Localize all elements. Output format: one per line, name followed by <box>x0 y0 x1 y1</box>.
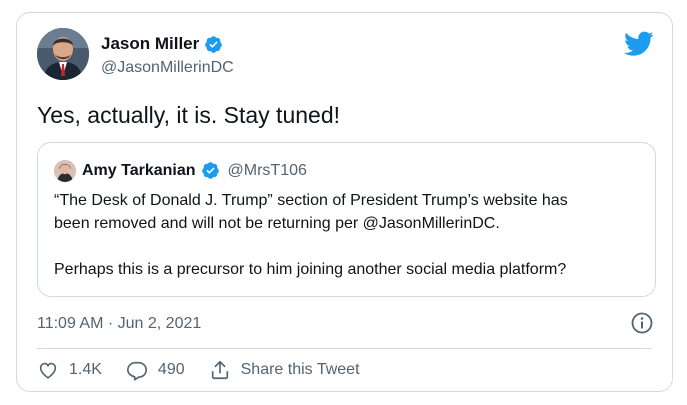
tweet-text: Yes, actually, it is. Stay tuned! <box>37 102 340 128</box>
quoted-display-name[interactable]: Amy Tarkanian <box>82 162 196 180</box>
quoted-text-line: “The Desk of Donald J. Trump” section of… <box>54 192 568 209</box>
share-button[interactable]: Share this Tweet <box>209 359 360 381</box>
author-name-line: Jason Miller <box>101 34 223 54</box>
quoted-text-line: been removed and will not be returning p… <box>54 215 500 232</box>
tweet-actions: 1.4K 490 Share this Tweet <box>37 359 384 381</box>
author-display-name[interactable]: Jason Miller <box>101 34 199 54</box>
embedded-tweet-card[interactable]: Jason Miller @JasonMillerinDC Yes, actua… <box>16 12 673 392</box>
twitter-bird-icon[interactable] <box>624 31 654 57</box>
author-handle[interactable]: @JasonMillerinDC <box>101 59 234 77</box>
tweet-timestamp[interactable]: 11:09 AM · Jun 2, 2021 <box>37 315 201 333</box>
divider <box>37 348 652 349</box>
author-avatar[interactable] <box>37 28 89 80</box>
share-label: Share this Tweet <box>240 361 360 378</box>
reply-icon <box>126 361 147 381</box>
verified-badge-icon <box>201 162 219 179</box>
quoted-header: Amy Tarkanian @MrsT106 <box>82 161 307 180</box>
quoted-author-avatar[interactable] <box>54 160 76 182</box>
reply-count: 490 <box>157 361 185 378</box>
quoted-tweet[interactable]: Amy Tarkanian @MrsT106 “The Desk of Dona… <box>37 142 656 297</box>
like-count: 1.4K <box>69 361 102 378</box>
quoted-handle[interactable]: @MrsT106 <box>228 162 307 180</box>
quoted-text: “The Desk of Donald J. Trump” section of… <box>54 189 644 281</box>
heart-icon <box>39 362 57 379</box>
reply-button[interactable]: 490 <box>126 359 185 381</box>
info-icon[interactable] <box>630 311 654 335</box>
share-icon <box>211 360 228 380</box>
quoted-text-line: Perhaps this is a precursor to him joini… <box>54 261 567 278</box>
verified-badge-icon <box>205 35 223 53</box>
like-button[interactable]: 1.4K <box>37 359 102 381</box>
